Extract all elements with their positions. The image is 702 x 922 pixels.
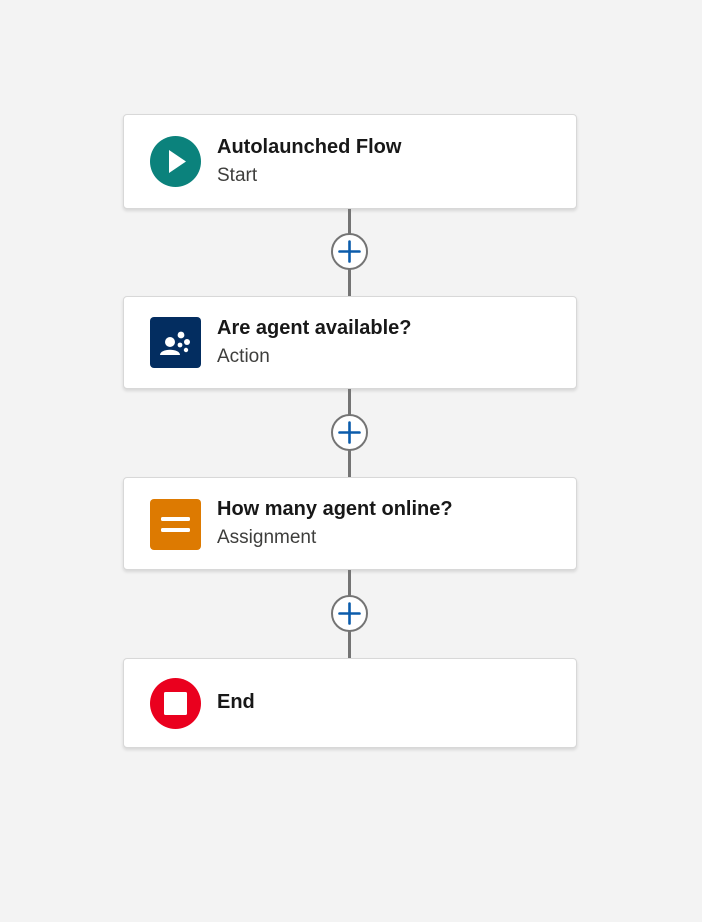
action-node-title: Are agent available?	[217, 317, 412, 339]
add-element-button[interactable]	[331, 233, 368, 270]
assignment-node[interactable]: How many agent online? Assignment	[123, 477, 577, 570]
assignment-node-subtitle: Assignment	[217, 527, 317, 548]
agent-action-icon	[150, 317, 201, 368]
start-node-title: Autolaunched Flow	[217, 136, 402, 158]
start-node[interactable]: Autolaunched Flow Start	[123, 114, 577, 209]
plus-icon	[338, 240, 361, 263]
assignment-equals-icon	[150, 499, 201, 550]
end-node[interactable]: End	[123, 658, 577, 748]
assignment-node-title: How many agent online?	[217, 498, 453, 520]
plus-icon	[338, 421, 361, 444]
end-node-title: End	[217, 691, 255, 713]
play-icon	[150, 136, 201, 187]
flow-canvas: Autolaunched Flow Start Are agent availa…	[0, 0, 702, 922]
stop-icon	[150, 678, 201, 729]
start-node-subtitle: Start	[217, 165, 258, 186]
action-node-subtitle: Action	[217, 346, 270, 367]
add-element-button[interactable]	[331, 595, 368, 632]
action-node[interactable]: Are agent available? Action	[123, 296, 577, 389]
plus-icon	[338, 602, 361, 625]
add-element-button[interactable]	[331, 414, 368, 451]
